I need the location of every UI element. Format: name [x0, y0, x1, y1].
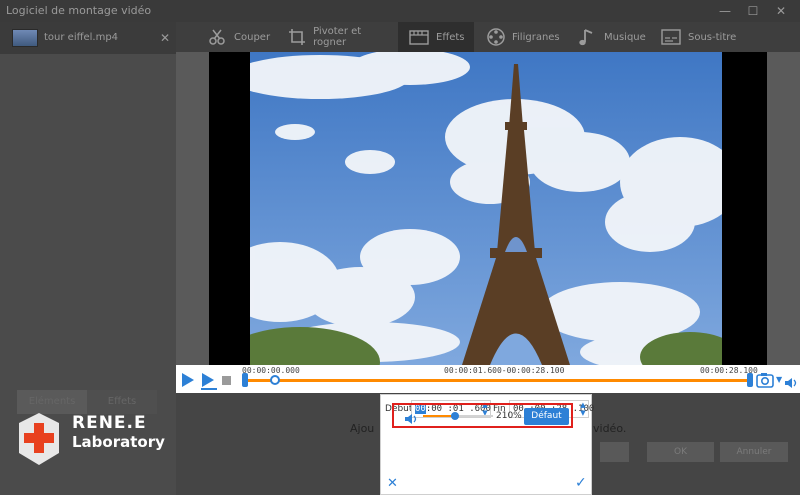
- logo-brand: RENE.E: [72, 413, 147, 433]
- video-preview[interactable]: [250, 52, 722, 365]
- window-title: Logiciel de montage vidéo: [6, 4, 152, 17]
- cancel-button[interactable]: Annuler: [720, 442, 788, 462]
- volume-slider-fill: [423, 415, 455, 417]
- camera-icon[interactable]: [756, 372, 776, 392]
- tool-label: Musique: [604, 31, 646, 43]
- logo: RENE.E Laboratory: [14, 411, 166, 481]
- file-thumbnail: [12, 29, 38, 47]
- remove-file-icon[interactable]: ✕: [160, 22, 170, 54]
- ok-button[interactable]: OK: [647, 442, 714, 462]
- tab-musique[interactable]: Musique: [566, 22, 646, 52]
- tool-label: Filigranes: [512, 31, 560, 43]
- time-range: 00:00:01.600-00:00:28.100: [444, 366, 565, 375]
- volume-icon: [405, 410, 419, 429]
- file-name: tour eiffel.mp4: [44, 32, 119, 43]
- tool-label: Couper: [234, 31, 271, 43]
- music-note-icon: [576, 26, 598, 48]
- add-hint-text: Ajou: [350, 422, 375, 435]
- tab-filigranes[interactable]: Filigranes: [476, 22, 560, 52]
- default-button[interactable]: Défaut: [524, 408, 569, 425]
- tool-label: Sous-titre: [688, 31, 737, 43]
- trim-end-handle[interactable]: [747, 373, 753, 387]
- fin-up-icon[interactable]: ▲: [578, 401, 588, 409]
- hidden-button[interactable]: [600, 442, 629, 462]
- tab-couper[interactable]: Couper: [196, 22, 280, 52]
- maximize-icon[interactable]: ☐: [742, 0, 764, 22]
- chevron-down-icon[interactable]: ▼: [776, 375, 782, 384]
- add-hint-suffix: vidéo.: [593, 422, 627, 435]
- tool-label: Effets: [436, 31, 465, 43]
- film-effects-icon: [408, 26, 430, 48]
- crop-icon: [286, 26, 307, 48]
- volume-icon[interactable]: [785, 374, 799, 393]
- toolbar: Couper Pivoter et rogner Effets Filigran…: [176, 22, 800, 52]
- playhead-knob[interactable]: [270, 375, 280, 385]
- volume-percent: 210%: [496, 411, 522, 421]
- tab-sous-titre[interactable]: Sous-titre: [650, 22, 760, 52]
- tab-effets[interactable]: Effets: [398, 22, 474, 52]
- trim-start-handle[interactable]: [242, 373, 248, 387]
- file-list-item[interactable]: tour eiffel.mp4 ✕: [0, 22, 176, 54]
- scissors-icon: [206, 26, 228, 48]
- timeline-track[interactable]: [246, 379, 751, 382]
- cancel-icon[interactable]: ✕: [387, 476, 398, 491]
- stop-icon[interactable]: [222, 376, 231, 385]
- volume-slider-knob[interactable]: [450, 412, 459, 420]
- logo-cross-icon: [19, 413, 59, 465]
- playback-controls: 00:00:00.000 00:00:01.600-00:00:28.100 0…: [176, 365, 800, 393]
- title-bar: Logiciel de montage vidéo: [0, 0, 800, 22]
- subtitle-icon: [660, 26, 682, 48]
- fin-down-icon[interactable]: ▼: [578, 409, 588, 417]
- film-reel-icon: [486, 26, 506, 48]
- minimize-icon[interactable]: —: [714, 0, 736, 22]
- logo-subtitle: Laboratory: [72, 433, 165, 451]
- play-segment-icon[interactable]: [201, 372, 217, 394]
- time-start: 00:00:00.000: [242, 366, 300, 375]
- app-window: Logiciel de montage vidéo — ☐ ✕ tour eif…: [0, 0, 800, 495]
- tab-pivoter-rogner[interactable]: Pivoter et rogner: [276, 22, 394, 52]
- tool-label: Pivoter et rogner: [313, 26, 362, 48]
- confirm-icon[interactable]: ✓: [575, 475, 587, 491]
- close-icon[interactable]: ✕: [770, 0, 792, 22]
- play-icon[interactable]: [181, 372, 195, 392]
